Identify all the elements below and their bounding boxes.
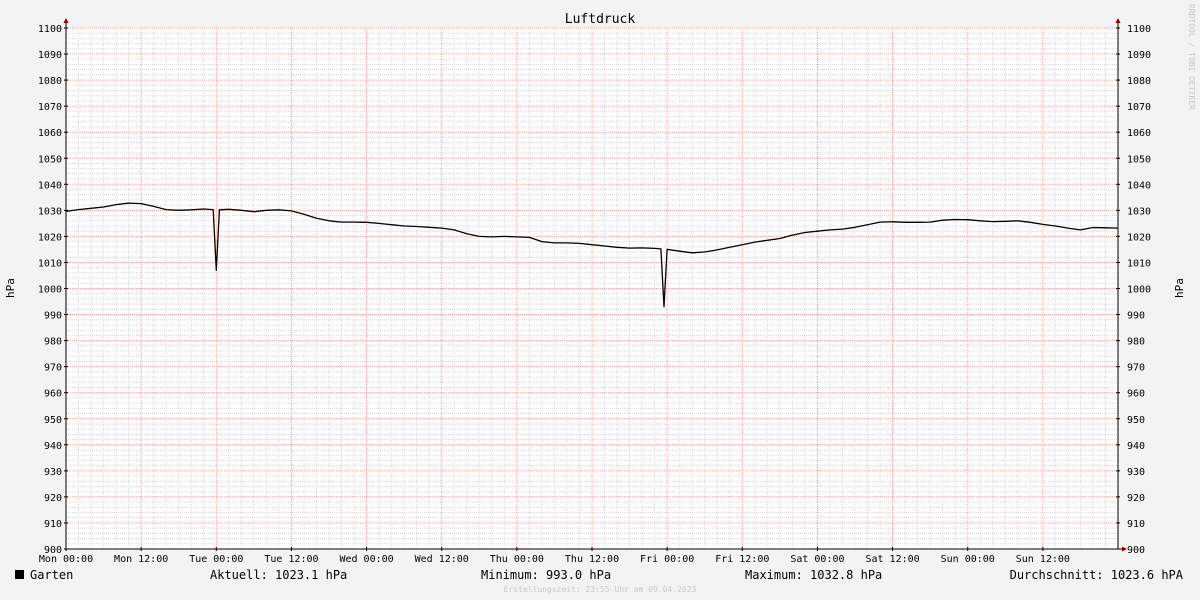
watermark: RRDTOOL / TOBI OETIKER	[1187, 4, 1196, 110]
y-tick-label-right: 980	[1127, 337, 1145, 348]
y-tick-label: 1050	[38, 154, 62, 165]
y-tick-label-right: 1010	[1127, 258, 1151, 269]
y-axis-label-left: hPa	[4, 278, 17, 298]
y-tick-label: 1100	[38, 24, 62, 35]
x-tick-label: Mon 12:00	[114, 554, 168, 565]
y-tick-label: 930	[44, 467, 62, 478]
y-tick-label: 1030	[38, 206, 62, 217]
stat-maximum: Maximum: 1032.8 hPa	[745, 568, 882, 582]
y-tick-label: 940	[44, 441, 62, 452]
y-tick-label-right: 960	[1127, 389, 1145, 400]
y-tick-label: 1040	[38, 180, 62, 191]
x-tick-label: Sat 00:00	[790, 554, 844, 565]
y-tick-label-right: 1030	[1127, 206, 1151, 217]
y-tick-label: 1010	[38, 258, 62, 269]
y-tick-label-right: 1050	[1127, 154, 1151, 165]
y-tick-label: 1000	[38, 285, 62, 296]
y-tick-label: 1020	[38, 232, 62, 243]
y-axis-label-right: hPa	[1173, 278, 1186, 298]
y-tick-label: 1070	[38, 102, 62, 113]
footer-timestamp: Erstellungszeit: 23:55 Uhr am 09.04.2023	[504, 585, 697, 594]
legend-label: Garten	[30, 568, 73, 582]
x-tick-label: Sun 12:00	[1016, 554, 1070, 565]
y-tick-label: 1060	[38, 128, 62, 139]
y-tick-label-right: 990	[1127, 311, 1145, 322]
y-tick-label: 960	[44, 389, 62, 400]
y-tick-label-right: 1090	[1127, 50, 1151, 61]
y-tick-label-right: 940	[1127, 441, 1145, 452]
x-tick-label: Thu 00:00	[490, 554, 544, 565]
y-tick-label-right: 930	[1127, 467, 1145, 478]
legend-swatch	[15, 570, 24, 579]
y-tick-label: 1090	[38, 50, 62, 61]
y-tick-label-right: 970	[1127, 363, 1145, 374]
x-tick-label: Thu 12:00	[565, 554, 619, 565]
chart-title: Luftdruck	[565, 12, 636, 27]
stat-minimum: Minimum: 993.0 hPa	[481, 568, 611, 582]
y-tick-label-right: 1100	[1127, 24, 1151, 35]
y-tick-label-right: 1000	[1127, 285, 1151, 296]
y-tick-label: 1080	[38, 76, 62, 87]
x-tick-label: Tue 12:00	[264, 554, 318, 565]
y-tick-label: 910	[44, 519, 62, 530]
y-tick-label: 950	[44, 415, 62, 426]
x-tick-label: Fri 00:00	[640, 554, 694, 565]
y-tick-label-right: 1060	[1127, 128, 1151, 139]
y-tick-label: 920	[44, 493, 62, 504]
stat-current: Aktuell: 1023.1 hPa	[210, 568, 347, 582]
x-tick-label: Fri 12:00	[715, 554, 769, 565]
y-tick-label-right: 920	[1127, 493, 1145, 504]
y-tick-label-right: 910	[1127, 519, 1145, 530]
chart-svg: 900 910 920 930 940 950 960 970 980 990 1000 1010 10…	[0, 0, 1200, 600]
y-tick-label-right: 900	[1127, 545, 1145, 556]
x-tick-label: Sat 12:00	[865, 554, 919, 565]
y-tick-label: 970	[44, 363, 62, 374]
x-tick-label: Wed 12:00	[415, 554, 469, 565]
x-tick-label: Sun 00:00	[941, 554, 995, 565]
y-tick-label-right: 1020	[1127, 232, 1151, 243]
x-tick-label: Tue 00:00	[189, 554, 243, 565]
y-tick-label-right: 950	[1127, 415, 1145, 426]
x-tick-label: Wed 00:00	[339, 554, 393, 565]
y-tick-label-right: 1070	[1127, 102, 1151, 113]
stat-average: Durchschnitt: 1023.6 hPA	[1010, 568, 1184, 582]
y-tick-label: 980	[44, 337, 62, 348]
y-tick-label-right: 1080	[1127, 76, 1151, 87]
y-tick-label: 990	[44, 311, 62, 322]
x-tick-label: Mon 00:00	[39, 554, 93, 565]
y-tick-label-right: 1040	[1127, 180, 1151, 191]
chart-container: 900 910 920 930 940 950 960 970 980 990 1000 1010 10…	[0, 0, 1200, 600]
